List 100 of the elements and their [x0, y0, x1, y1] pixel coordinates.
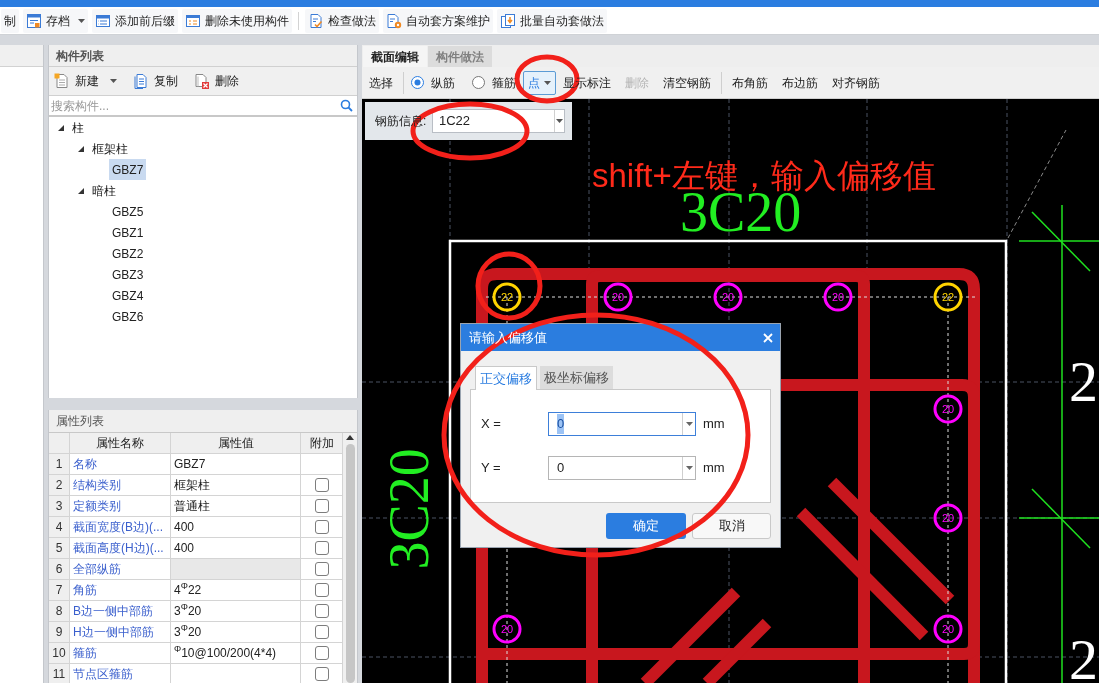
toolbar-button[interactable]: 布边筋 — [775, 70, 825, 95]
row-number: 1 — [49, 454, 70, 475]
tree-item[interactable]: 框架柱 — [89, 138, 131, 159]
table-cell: 框架柱 — [171, 475, 301, 496]
field-label: X = — [481, 415, 502, 434]
scroll-up-icon[interactable] — [346, 435, 354, 440]
table-cell: 3$^{Φ}$20 — [171, 622, 301, 643]
documents-icon — [500, 12, 516, 29]
column-header[interactable]: 附加 — [301, 433, 343, 454]
checkbox[interactable] — [314, 583, 329, 597]
toolbar-button[interactable]: 新建 — [52, 70, 119, 92]
input-field[interactable]: 0 — [548, 456, 696, 480]
copy-icon — [133, 73, 149, 89]
rebar-marker: 22 — [492, 282, 522, 312]
table-cell: 4$^{Φ}$22 — [171, 580, 301, 601]
panel-title: 构件列表 — [56, 47, 104, 65]
tree-item[interactable]: GBZ2 — [109, 243, 147, 264]
tree-item[interactable]: GBZ3 — [109, 264, 147, 285]
input-field[interactable]: 0 — [548, 412, 696, 436]
table-cell: 400 — [171, 517, 301, 538]
checkbox[interactable] — [314, 499, 329, 513]
field-label: Y = — [481, 459, 502, 478]
caret-icon[interactable] — [544, 80, 551, 85]
tree-item[interactable]: GBZ6 — [109, 306, 147, 327]
checkbox[interactable] — [314, 667, 329, 681]
rebar-spec-label: 3C20 — [680, 193, 802, 231]
rebar-marker: 20 — [933, 394, 963, 424]
close-icon[interactable] — [763, 332, 773, 343]
mode-dropdown[interactable]: 点 — [523, 70, 556, 95]
toolbar-button[interactable]: 布角筋 — [725, 70, 775, 95]
tree-item[interactable]: 暗柱 — [89, 180, 119, 201]
rebar-marker: 20 — [713, 282, 743, 312]
tree-item[interactable]: GBZ1 — [109, 222, 147, 243]
table-cell: GBZ7 — [171, 454, 301, 475]
rebar-combobox[interactable]: 1C22 — [432, 109, 565, 133]
delete-icon — [194, 73, 210, 89]
document-check-icon — [308, 12, 324, 29]
caret-icon[interactable] — [685, 466, 693, 470]
checkbox[interactable] — [314, 625, 329, 639]
toolbar-button[interactable]: 添加前后缀 — [92, 8, 178, 33]
rebar-marker: 20 — [603, 282, 633, 312]
checkbox[interactable] — [314, 478, 329, 492]
caret-icon[interactable] — [556, 119, 563, 123]
row-number: 4 — [49, 517, 70, 538]
toolbar-button[interactable]: 自动套方案维护 — [383, 8, 493, 33]
table-cell: 400 — [171, 538, 301, 559]
toolbar-button[interactable]: 存档 — [23, 8, 88, 33]
caret-icon[interactable] — [78, 18, 85, 23]
rebar-marker: 20 — [823, 282, 853, 312]
checkbox[interactable] — [314, 646, 329, 660]
row-number: 11 — [49, 664, 70, 683]
toolbar-button[interactable]: 删除未使用构件 — [182, 8, 292, 33]
row-number: 3 — [49, 496, 70, 517]
checkbox[interactable] — [314, 604, 329, 618]
rebar-marker: 22 — [933, 282, 963, 312]
rebar-marker: 20 — [933, 503, 963, 533]
annotation-text: shift+左键，输入偏移值 — [592, 159, 936, 193]
radio-icon[interactable] — [472, 76, 485, 89]
panel-title: 属性列表 — [56, 413, 104, 430]
document-gear-icon — [386, 12, 402, 29]
tree-item[interactable]: GBZ7 — [109, 159, 147, 180]
table-cell: 3$^{Φ}$20 — [171, 601, 301, 622]
expanded-triangle-icon[interactable] — [78, 187, 84, 194]
toolbar-button[interactable]: 批量自动套做法 — [497, 8, 607, 33]
checkbox[interactable] — [314, 520, 329, 534]
row-number: 6 — [49, 559, 70, 580]
dialog-tab[interactable]: 正交偏移 — [475, 366, 537, 390]
toolbar-button[interactable]: 对齐钢筋 — [825, 70, 887, 95]
expanded-triangle-icon[interactable] — [58, 124, 64, 131]
search-icon[interactable] — [340, 99, 353, 112]
radio-option[interactable]: 箍筋 — [468, 70, 520, 95]
new-document-icon — [54, 73, 70, 89]
toolbar-button[interactable]: 检查做法 — [305, 8, 379, 33]
radio-option[interactable]: 纵筋 — [407, 70, 459, 95]
toolbar-button[interactable]: 选择 — [362, 70, 400, 95]
scroll-thumb[interactable] — [345, 444, 355, 683]
tree-item[interactable]: GBZ4 — [109, 285, 147, 306]
window-icon — [95, 12, 111, 29]
radio-icon[interactable] — [411, 76, 424, 89]
column-header[interactable]: 属性名称 — [70, 433, 171, 454]
tree-item[interactable]: GBZ5 — [109, 201, 147, 222]
caret-icon[interactable] — [685, 422, 693, 426]
dialog-button[interactable]: 确定 — [606, 513, 686, 539]
expanded-triangle-icon[interactable] — [78, 145, 84, 152]
caret-icon[interactable] — [110, 79, 117, 83]
checkbox[interactable] — [314, 541, 329, 555]
scrollbar[interactable] — [343, 433, 357, 683]
rebar-marker: 20 — [492, 614, 522, 644]
document-icon — [26, 12, 42, 29]
rebar-marker: 20 — [933, 614, 963, 644]
dialog-button[interactable]: 取消 — [692, 513, 771, 539]
tab[interactable]: 截面编辑 — [363, 46, 427, 67]
tree-item[interactable]: 柱 — [69, 117, 87, 138]
toolbar-button[interactable]: 复制 — [131, 70, 180, 92]
toolbar-button[interactable]: 删除 — [192, 70, 241, 92]
unit-label: mm — [703, 459, 725, 478]
toolbar-button[interactable]: 制 — [1, 8, 19, 33]
column-header[interactable]: 属性值 — [171, 433, 301, 454]
dialog-tab[interactable]: 极坐标偏移 — [540, 366, 613, 389]
toolbar-button[interactable]: 清空钢筋 — [656, 70, 718, 95]
